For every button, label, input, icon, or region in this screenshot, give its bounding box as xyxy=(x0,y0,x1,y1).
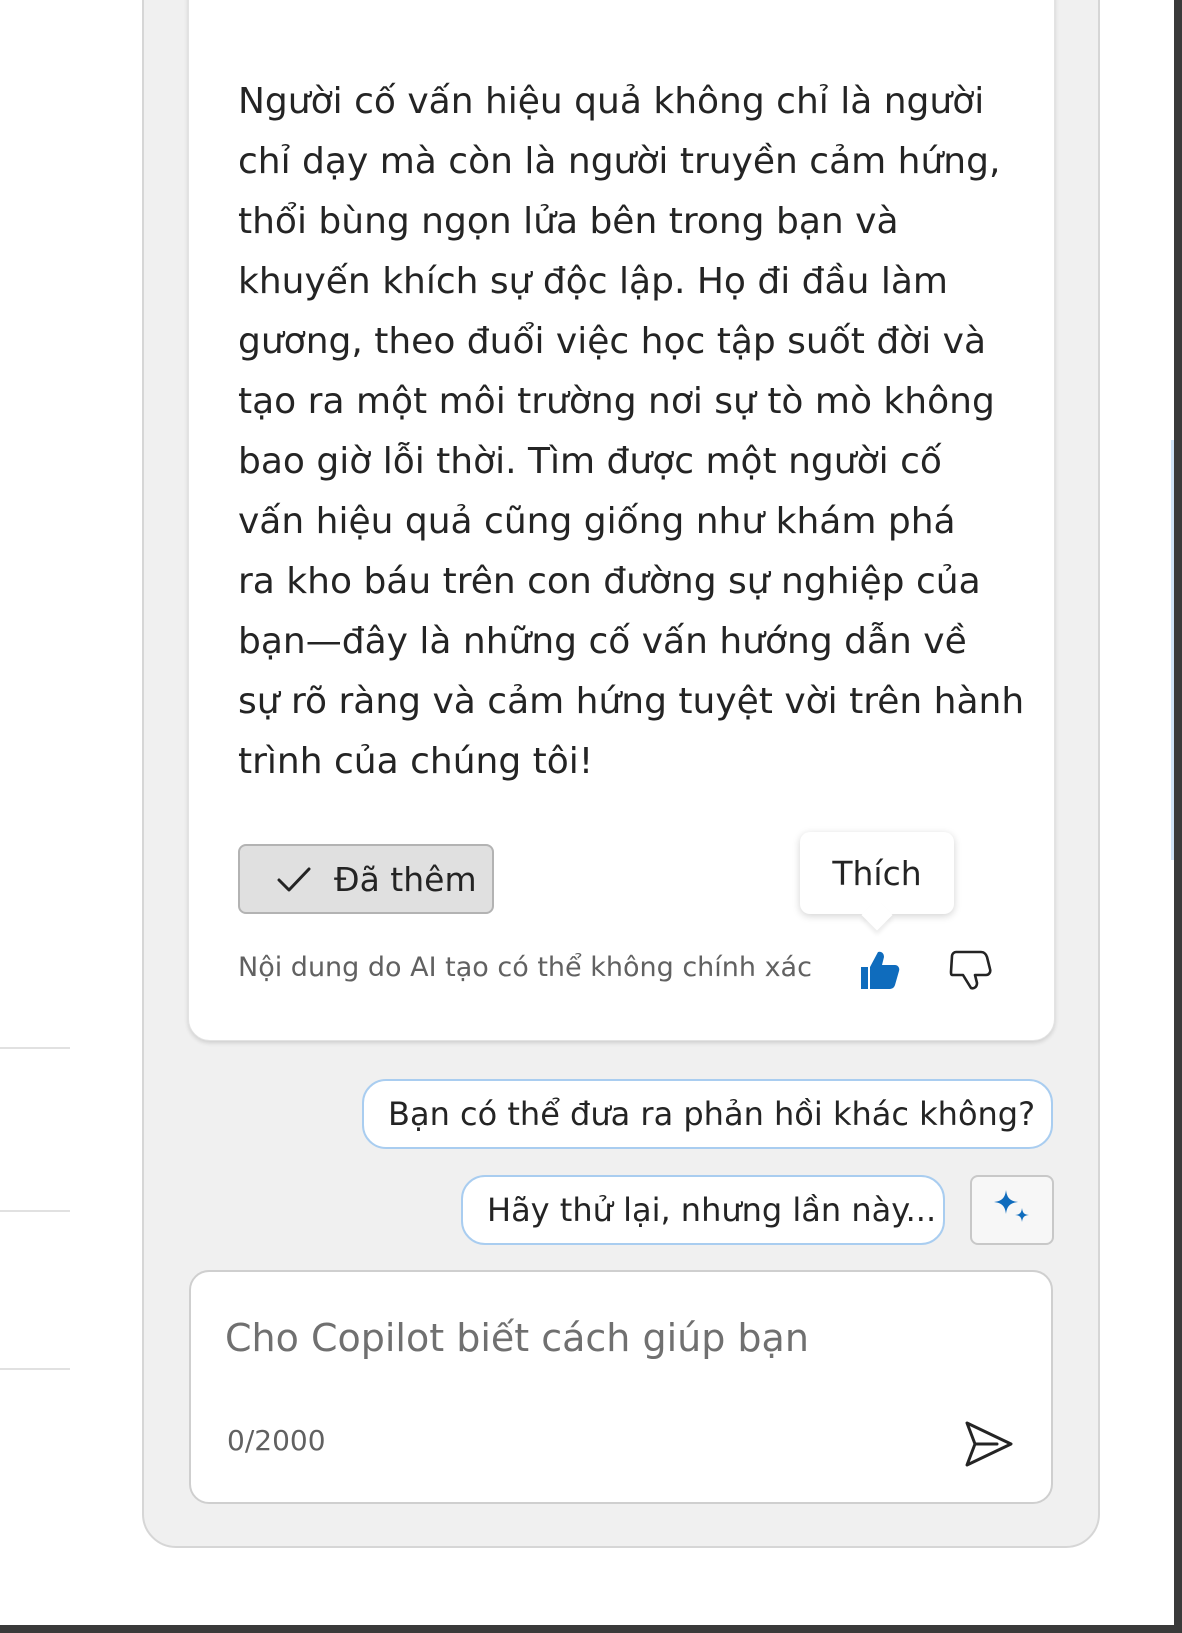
message-line: sự rõ ràng và cảm hứng tuyệt vời trên hà… xyxy=(238,681,1025,722)
response-message: Người cố vấn hiệu quả không chỉ là người… xyxy=(238,72,1038,792)
message-line: thổi bùng ngọn lửa bên trong bạn và xyxy=(238,201,899,242)
chat-composer: 0/2000 xyxy=(189,1270,1053,1504)
background-divider xyxy=(0,1047,70,1049)
message-line: bạn—đây là những cố vấn hướng dẫn về xyxy=(238,621,967,662)
check-icon xyxy=(274,859,314,899)
window-edge-bottom xyxy=(0,1625,1182,1633)
background-divider xyxy=(0,1368,70,1370)
thumbs-down-icon xyxy=(948,948,992,996)
suggestion-chip[interactable]: Hãy thử lại, nhưng lần này... xyxy=(461,1175,945,1245)
message-line: chỉ dạy mà còn là người truyền cảm hứng, xyxy=(238,141,1001,182)
send-button[interactable] xyxy=(953,1410,1025,1482)
suggestion-chip[interactable]: Bạn có thể đưa ra phản hồi khác không? xyxy=(362,1079,1053,1149)
thumbs-up-icon xyxy=(858,948,902,996)
added-button-label: Đã thêm xyxy=(334,859,477,899)
sparkle-prompts-button[interactable] xyxy=(970,1175,1054,1245)
background-divider xyxy=(0,1210,70,1212)
message-line: trình của chúng tôi! xyxy=(238,741,594,782)
message-line: khuyến khích sự độc lập. Họ đi đầu làm xyxy=(238,261,948,302)
message-line: ra kho báu trên con đường sự nghiệp của xyxy=(238,561,981,602)
window-edge-right xyxy=(1174,0,1182,1633)
message-line: bao giờ lỗi thời. Tìm được một người cố xyxy=(238,441,942,482)
added-button[interactable]: Đã thêm xyxy=(238,844,494,914)
chat-input[interactable] xyxy=(225,1308,985,1368)
character-count: 0/2000 xyxy=(227,1424,326,1457)
like-tooltip: Thích xyxy=(800,832,954,914)
message-line: tạo ra một môi trường nơi sự tò mò không xyxy=(238,381,995,422)
message-line: vấn hiệu quả cũng giống như khám phá xyxy=(238,501,956,542)
ai-disclaimer: Nội dung do AI tạo có thể không chính xá… xyxy=(238,952,812,983)
dislike-button[interactable] xyxy=(942,944,998,1000)
message-line: Người cố vấn hiệu quả không chỉ là người xyxy=(238,81,985,122)
sparkle-icon xyxy=(992,1188,1032,1232)
send-icon xyxy=(963,1418,1015,1474)
message-line: gương, theo đuổi việc học tập suốt đời v… xyxy=(238,321,987,362)
like-button[interactable] xyxy=(852,944,908,1000)
